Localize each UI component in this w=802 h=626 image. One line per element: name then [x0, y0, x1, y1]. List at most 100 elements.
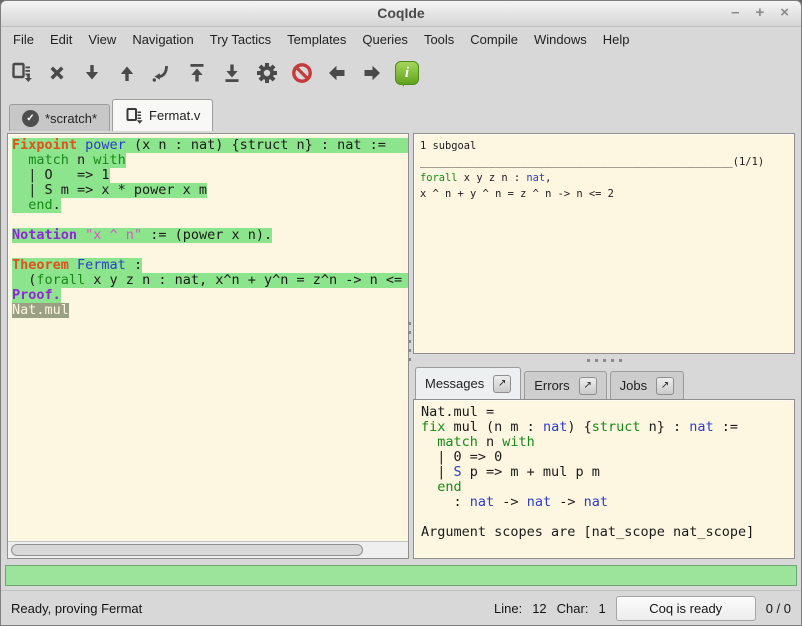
- code-line: | S p => m + mul p m: [421, 465, 787, 480]
- code-line: Argument scopes are [nat_scope nat_scope…: [421, 525, 787, 540]
- tab-scratch[interactable]: ✓ *scratch*: [9, 104, 110, 131]
- code-line: (forall x y z n : nat, x^n + y^n = z^n -…: [12, 273, 408, 288]
- run-to-end-icon: [220, 61, 244, 85]
- detach-icon[interactable]: ↗: [579, 377, 597, 395]
- messages-tab-bar: Messages ↗ Errors ↗ Jobs ↗: [413, 366, 795, 399]
- coq-state-indicator[interactable]: Coq is ready: [616, 596, 756, 621]
- line-value: 12: [532, 601, 546, 616]
- messages-notebook: Messages ↗ Errors ↗ Jobs ↗ Nat.mul =fix …: [413, 366, 795, 559]
- toolbar: i: [1, 51, 801, 95]
- step-forward-button[interactable]: [79, 60, 105, 86]
- about-icon: i: [395, 61, 419, 85]
- interrupt-button[interactable]: [289, 60, 315, 86]
- tab-label: Fermat.v: [149, 108, 200, 123]
- char-label: Char:: [557, 601, 589, 616]
- horizontal-splitter[interactable]: [413, 354, 795, 366]
- code-line: match n with: [421, 435, 787, 450]
- tab-label: Messages: [425, 376, 484, 391]
- coqide-window: CoqIde – + × FileEditViewNavigationTry T…: [0, 0, 802, 626]
- vertical-splitter[interactable]: [407, 322, 412, 361]
- menu-item-try-tactics[interactable]: Try Tactics: [202, 29, 279, 50]
- window-controls: – + ×: [731, 4, 789, 22]
- script-pane: Fixpoint power (x n : nat) {struct n} : …: [7, 133, 409, 559]
- coq-state-text: Coq is ready: [649, 601, 722, 616]
- gear-button[interactable]: [254, 60, 280, 86]
- code-line: Theorem Fermat :: [12, 258, 408, 273]
- code-line: Nat.mul: [12, 303, 408, 318]
- restart-button[interactable]: [184, 60, 210, 86]
- goals-pane[interactable]: 1 subgoal_______________________________…: [413, 133, 795, 354]
- maximize-button[interactable]: +: [755, 4, 764, 22]
- code-line: Proof.: [12, 288, 408, 303]
- editor-tab-bar: ✓ *scratch* Fermat.v: [1, 95, 801, 131]
- next-button[interactable]: [359, 60, 385, 86]
- code-line: Notation "x ^ n" := (power x n).: [12, 228, 408, 243]
- code-line: x ^ n + y ^ n = z ^ n -> n <= 2: [420, 186, 788, 202]
- tab-label: Jobs: [620, 378, 647, 393]
- menu-item-edit[interactable]: Edit: [42, 29, 80, 50]
- menu-item-navigation[interactable]: Navigation: [124, 29, 201, 50]
- title-bar[interactable]: CoqIde – + ×: [1, 1, 801, 27]
- code-line: : nat -> nat -> nat: [421, 495, 787, 510]
- menu-item-templates[interactable]: Templates: [279, 29, 354, 50]
- tab-label: *scratch*: [45, 111, 97, 126]
- code-line: Nat.mul =: [421, 405, 787, 420]
- menu-item-file[interactable]: File: [5, 29, 42, 50]
- next-icon: [360, 61, 384, 85]
- gear-icon: [255, 61, 279, 85]
- menu-item-view[interactable]: View: [80, 29, 124, 50]
- code-line: | 0 => 0: [421, 450, 787, 465]
- previous-icon: [325, 61, 349, 85]
- menu-item-help[interactable]: Help: [595, 29, 638, 50]
- tab-fermat[interactable]: Fermat.v: [112, 99, 213, 131]
- interrupt-icon: [290, 61, 314, 85]
- right-column: 1 subgoal_______________________________…: [413, 133, 795, 559]
- main-area: Fixpoint power (x n : nat) {struct n} : …: [1, 131, 801, 561]
- worker-counter: 0 / 0: [766, 601, 791, 616]
- messages-pane[interactable]: Nat.mul =fix mul (n m : nat) {struct n} …: [413, 399, 795, 559]
- code-line: [12, 243, 408, 258]
- step-backward-icon: [115, 61, 139, 85]
- tab-label: Errors: [534, 378, 569, 393]
- status-right: Line: 12 Char: 1 Coq is ready 0 / 0: [494, 596, 791, 621]
- code-line: | O => 1: [12, 168, 408, 183]
- close-buffer-icon: [45, 61, 69, 85]
- code-line: [421, 510, 787, 525]
- close-buffer-button[interactable]: [44, 60, 70, 86]
- save-icon: [10, 61, 34, 85]
- script-editor[interactable]: Fixpoint power (x n : nat) {struct n} : …: [8, 134, 408, 541]
- menu-item-windows[interactable]: Windows: [526, 29, 595, 50]
- code-line: match n with: [12, 153, 408, 168]
- horizontal-scrollbar[interactable]: [8, 541, 408, 558]
- detach-icon[interactable]: ↗: [656, 377, 674, 395]
- detach-icon[interactable]: ↗: [493, 375, 511, 393]
- step-forward-icon: [80, 61, 104, 85]
- previous-button[interactable]: [324, 60, 350, 86]
- run-to-end-button[interactable]: [219, 60, 245, 86]
- step-backward-button[interactable]: [114, 60, 140, 86]
- save-button[interactable]: [9, 60, 35, 86]
- menu-item-tools[interactable]: Tools: [416, 29, 462, 50]
- scrollbar-thumb[interactable]: [11, 544, 363, 556]
- tab-messages[interactable]: Messages ↗: [415, 367, 521, 399]
- tab-jobs[interactable]: Jobs ↗: [610, 371, 684, 399]
- code-line: ________________________________________…: [420, 154, 788, 170]
- status-bar: Ready, proving Fermat Line: 12 Char: 1 C…: [1, 590, 801, 625]
- minimize-button[interactable]: –: [731, 4, 739, 22]
- menu-item-queries[interactable]: Queries: [354, 29, 416, 50]
- menu-item-compile[interactable]: Compile: [462, 29, 526, 50]
- document-icon: [125, 107, 143, 125]
- status-message: Ready, proving Fermat: [11, 601, 142, 616]
- tab-errors[interactable]: Errors ↗: [524, 371, 606, 399]
- line-label: Line:: [494, 601, 522, 616]
- about-button[interactable]: i: [394, 60, 420, 86]
- code-line: end.: [12, 198, 408, 213]
- code-line: forall x y z n : nat,: [420, 170, 788, 186]
- code-line: | S m => x * power x m: [12, 183, 408, 198]
- window-title: CoqIde: [1, 5, 801, 21]
- code-line: 1 subgoal: [420, 138, 788, 154]
- goto-cursor-icon: [150, 61, 174, 85]
- close-button[interactable]: ×: [780, 4, 789, 22]
- code-line: [12, 213, 408, 228]
- goto-cursor-button[interactable]: [149, 60, 175, 86]
